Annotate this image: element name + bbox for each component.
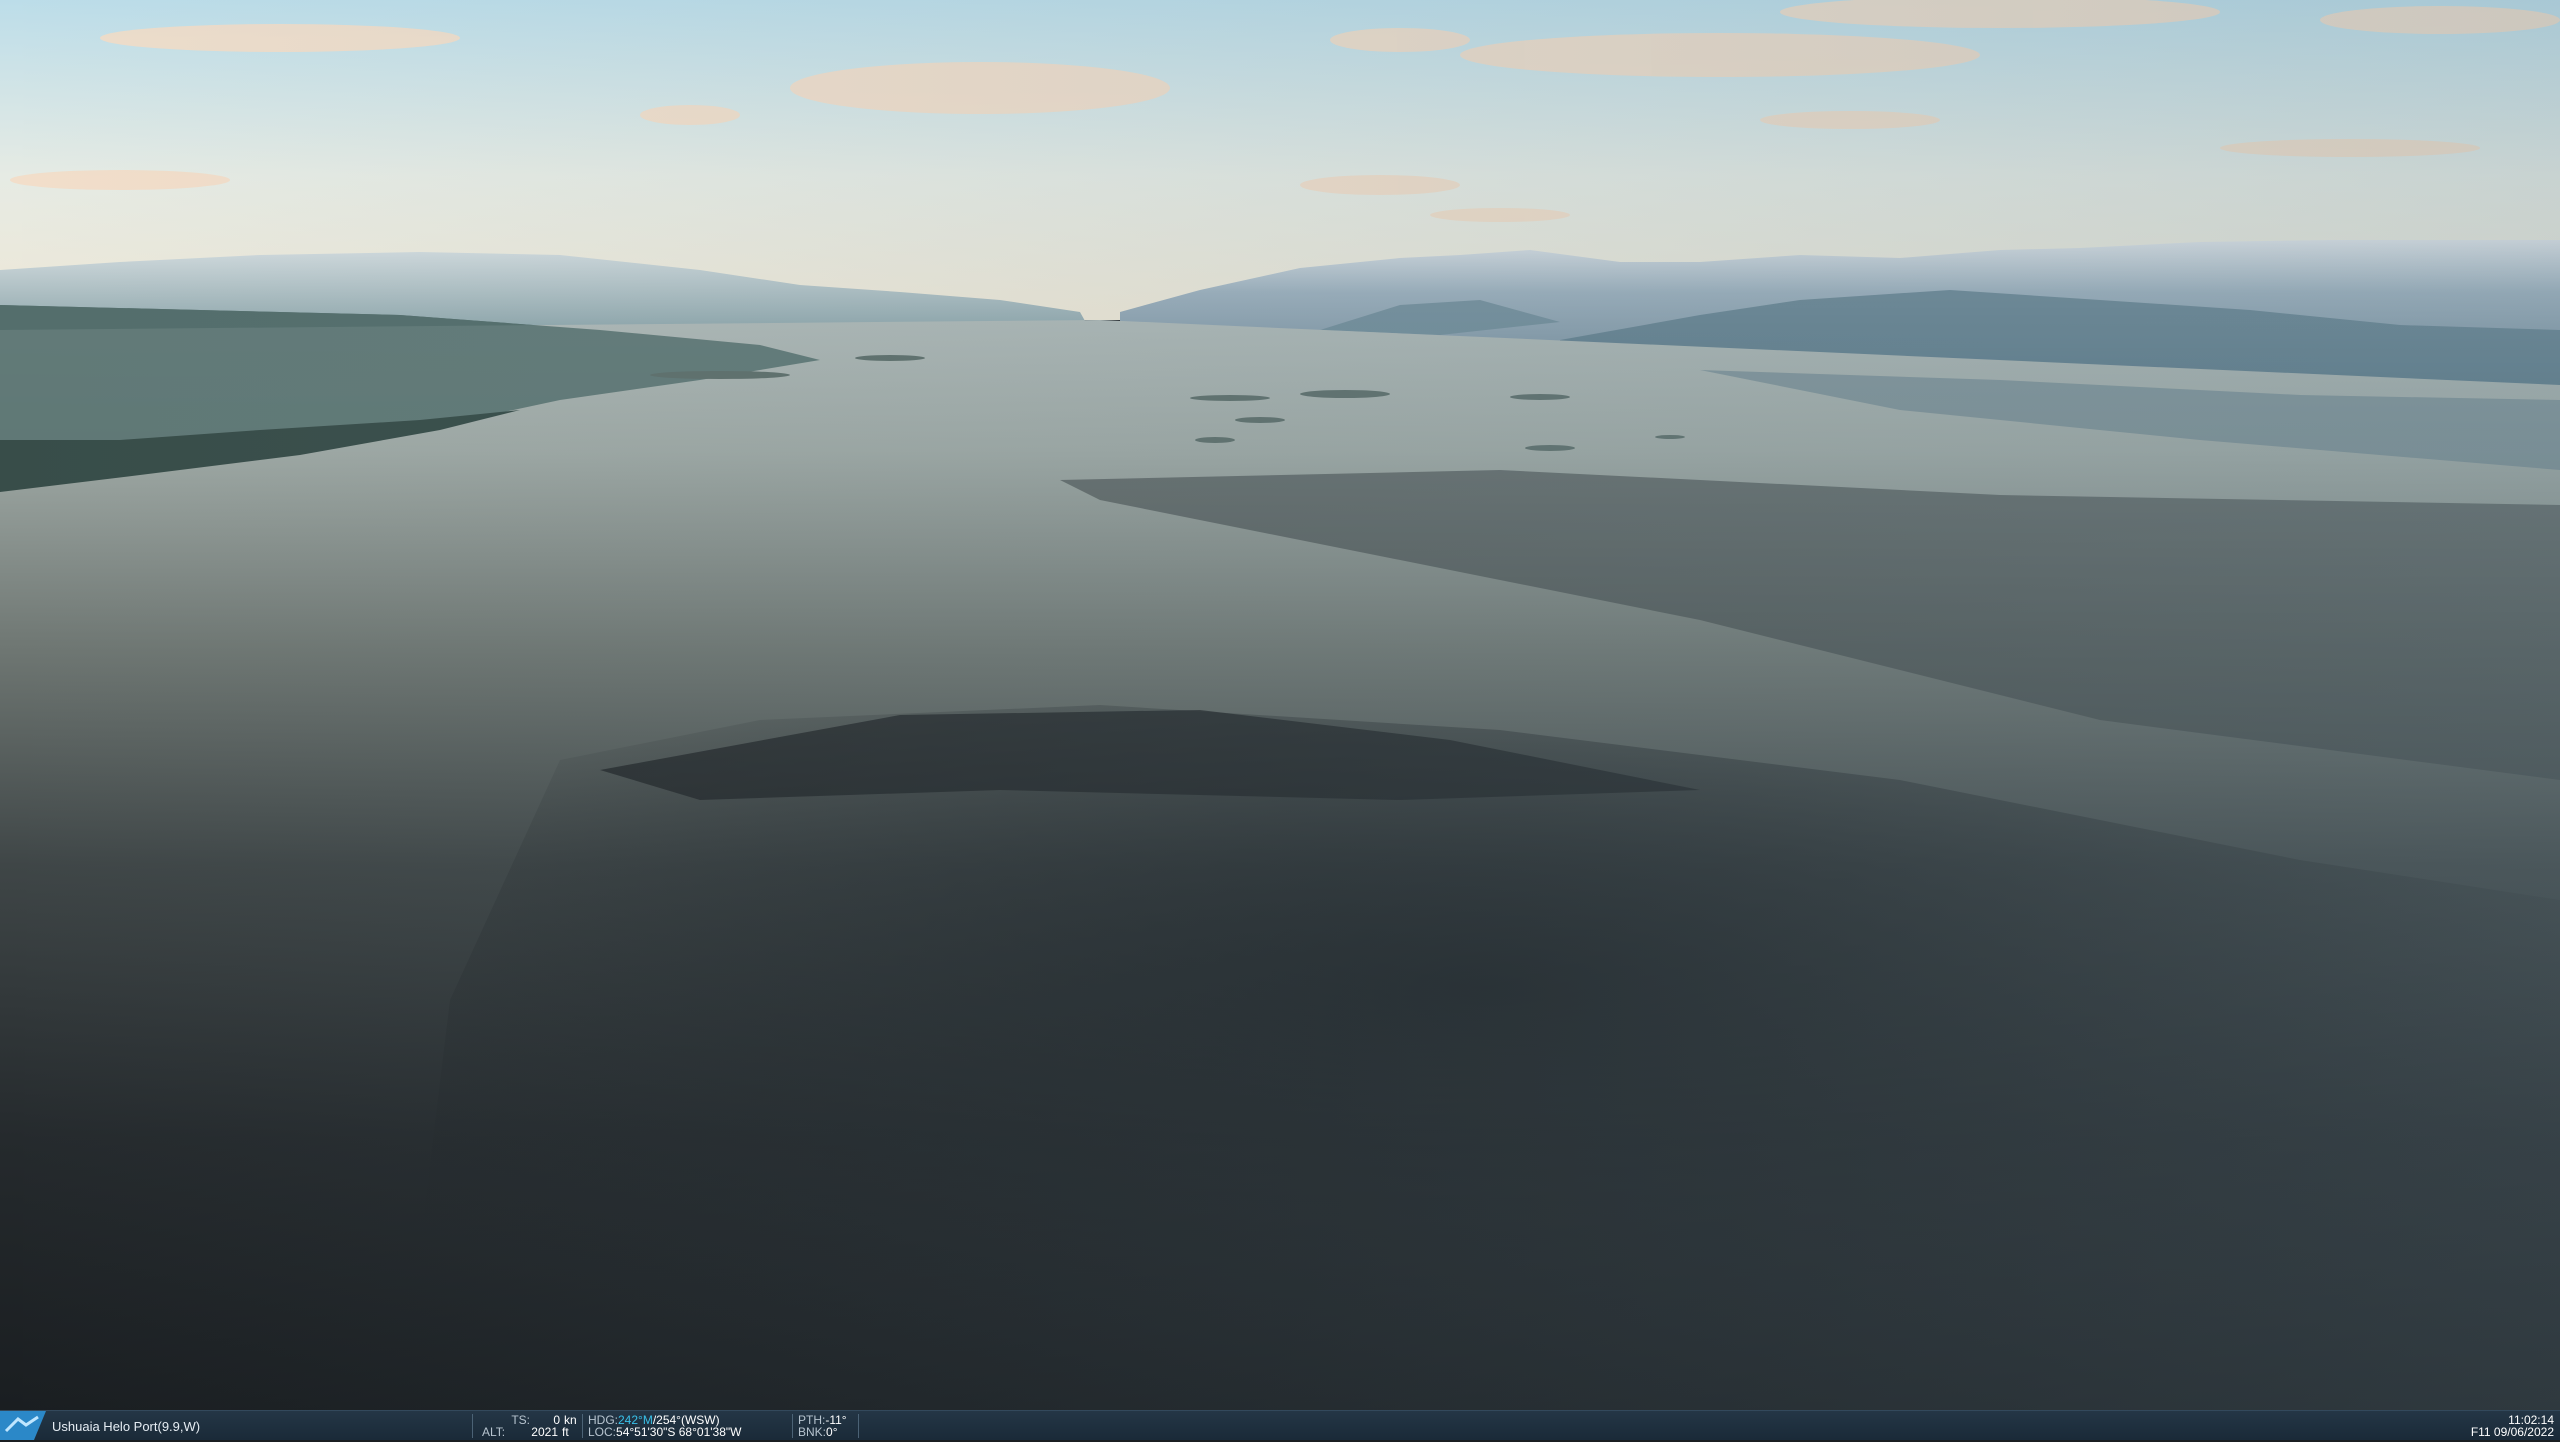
bnk-label: BNK:: [798, 1425, 827, 1439]
loc-value: 54°51'30"S 68°01'38"W: [616, 1425, 742, 1439]
app-menu-icon[interactable]: [0, 1411, 50, 1440]
bnk-value: 0°: [826, 1425, 838, 1439]
separator: [792, 1414, 793, 1438]
location-label[interactable]: Ushuaia Helo Port(9.9,W): [52, 1420, 200, 1433]
sim-date: F11 09/06/2022: [2470, 1425, 2554, 1439]
alt-unit: ft: [562, 1425, 569, 1439]
separator: [582, 1414, 583, 1438]
loc-label: LOC:: [588, 1425, 617, 1439]
separator: [858, 1414, 859, 1438]
attitude-group: PTH: -11° BNK: 0°: [798, 1414, 847, 1438]
scene-viewport[interactable]: [0, 0, 2560, 1410]
speed-altitude-group: TS: 0 kn ALT: 2021 ft: [480, 1414, 580, 1438]
separator: [472, 1414, 473, 1438]
clock-group: 11:02:14 F11 09/06/2022: [2471, 1414, 2554, 1438]
landscape-view: [0, 0, 2560, 1410]
status-bar: Ushuaia Helo Port(9.9,W) TS: 0 kn ALT: 2…: [0, 1410, 2560, 1440]
heading-location-group: HDG: 242°M /254°(WSW) LOC: 54°51'30"S 68…: [588, 1414, 741, 1438]
alt-label: ALT:: [482, 1425, 506, 1439]
alt-value: 2021: [531, 1425, 558, 1439]
